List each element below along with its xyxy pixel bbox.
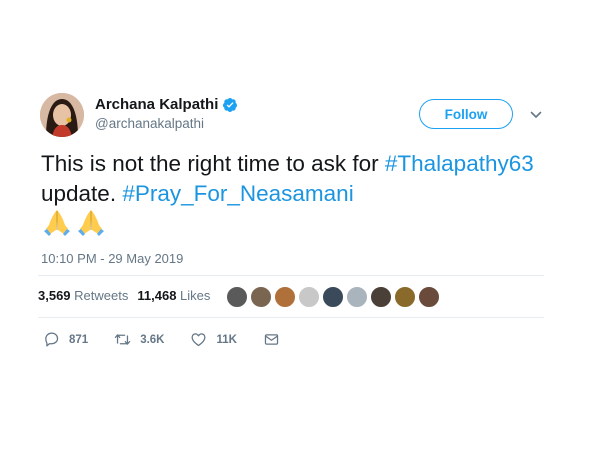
emoji-row bbox=[42, 207, 106, 237]
liker-avatar[interactable] bbox=[274, 286, 296, 308]
follow-button[interactable]: Follow bbox=[419, 99, 513, 129]
tweet-text-part1: This is not the right time to ask for bbox=[41, 151, 385, 176]
hashtag-link[interactable]: #Thalapathy63 bbox=[385, 151, 534, 176]
author-display-name[interactable]: Archana Kalpathi bbox=[95, 96, 218, 113]
liker-avatar[interactable] bbox=[250, 286, 272, 308]
folded-hands-emoji-icon bbox=[78, 210, 104, 236]
heart-icon bbox=[191, 333, 206, 347]
avatar-image bbox=[40, 93, 84, 137]
retweets-count: 3,569 bbox=[38, 288, 71, 303]
reply-count: 871 bbox=[69, 333, 89, 346]
liker-avatar[interactable] bbox=[394, 286, 416, 308]
folded-hands-emoji-icon bbox=[44, 210, 70, 236]
verified-badge-icon bbox=[223, 97, 238, 112]
liker-avatar[interactable] bbox=[322, 286, 344, 308]
envelope-icon bbox=[264, 334, 279, 345]
direct-message-action[interactable] bbox=[263, 331, 280, 348]
likes-count: 11,468 bbox=[137, 288, 177, 303]
retweets-label: Retweets bbox=[74, 288, 129, 303]
chevron-down-icon[interactable] bbox=[529, 108, 543, 122]
author-block[interactable]: Archana Kalpathi @archanakalpathi bbox=[95, 96, 238, 131]
author-handle[interactable]: @archanakalpathi bbox=[95, 116, 238, 131]
likes-stat[interactable]: 11,468 Likes bbox=[137, 288, 210, 303]
avatar[interactable] bbox=[40, 93, 84, 137]
divider bbox=[38, 275, 544, 276]
like-count: 11K bbox=[216, 333, 237, 346]
reply-action[interactable]: 871 bbox=[43, 331, 88, 348]
liker-avatars bbox=[226, 286, 442, 308]
retweet-count: 3.6K bbox=[140, 333, 165, 346]
tweet-actions: 871 3.6K 11K bbox=[43, 331, 306, 348]
liker-avatar[interactable] bbox=[226, 286, 248, 308]
tweet-timestamp[interactable]: 10:10 PM - 29 May 2019 bbox=[41, 251, 183, 266]
liker-avatar[interactable] bbox=[370, 286, 392, 308]
liker-avatar[interactable] bbox=[418, 286, 440, 308]
liker-avatar[interactable] bbox=[346, 286, 368, 308]
liker-avatar[interactable] bbox=[298, 286, 320, 308]
tweet-text: This is not the right time to ask for #T… bbox=[41, 149, 561, 209]
tweet-stats: 3,569 Retweets 11,468 Likes bbox=[38, 288, 219, 303]
likes-label: Likes bbox=[180, 288, 211, 303]
hashtag-link[interactable]: #Pray_For_Neasamani bbox=[122, 181, 353, 206]
like-action[interactable]: 11K bbox=[190, 331, 237, 348]
retweet-icon bbox=[114, 334, 131, 345]
divider bbox=[38, 317, 544, 318]
retweet-action[interactable]: 3.6K bbox=[114, 331, 164, 348]
reply-icon bbox=[45, 332, 59, 347]
tweet-text-part2: update. bbox=[41, 181, 123, 206]
retweets-stat[interactable]: 3,569 Retweets bbox=[38, 288, 128, 303]
